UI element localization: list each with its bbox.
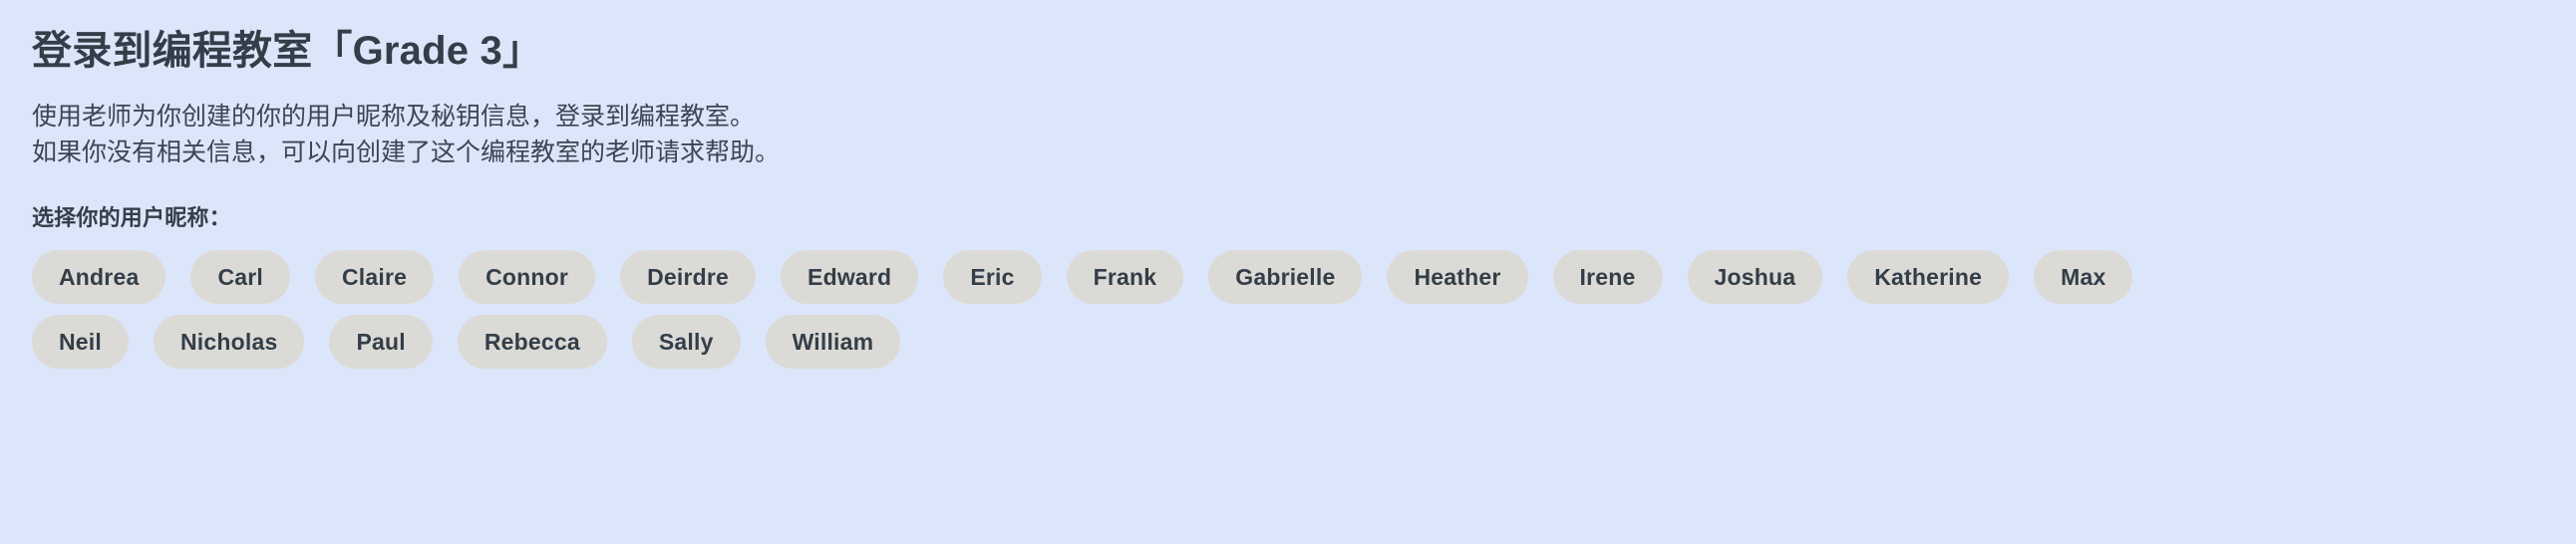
nickname-button-carl[interactable]: Carl: [190, 250, 290, 304]
intro-line-1: 使用老师为你创建的你的用户昵称及秘钥信息，登录到编程教室。: [32, 103, 756, 131]
nickname-button-irene[interactable]: Irene: [1552, 250, 1663, 304]
page-title: 登录到编程教室「Grade 3」: [32, 29, 543, 73]
nickname-row-2: Neil Nicholas Paul Rebecca Sally William: [32, 315, 2576, 369]
nickname-button-claire[interactable]: Claire: [315, 250, 435, 304]
nickname-button-heather[interactable]: Heather: [1387, 250, 1528, 304]
nickname-button-eric[interactable]: Eric: [943, 250, 1042, 304]
intro-paragraph: 使用老师为你创建的你的用户昵称及秘钥信息，登录到编程教室。 如果你没有相关信息，…: [32, 100, 2576, 170]
nickname-button-joshua[interactable]: Joshua: [1687, 250, 1823, 304]
nickname-button-frank[interactable]: Frank: [1066, 250, 1184, 304]
choose-nickname-label: 选择你的用户昵称：: [32, 205, 231, 230]
login-page: 登录到编程教室「Grade 3」 使用老师为你创建的你的用户昵称及秘钥信息，登录…: [0, 0, 2576, 544]
nickname-button-connor[interactable]: Connor: [459, 250, 596, 304]
nickname-button-gabrielle[interactable]: Gabrielle: [1208, 250, 1363, 304]
nickname-button-sally[interactable]: Sally: [631, 315, 741, 369]
nickname-button-andrea[interactable]: Andrea: [32, 250, 166, 304]
nickname-button-list: Andrea Carl Claire Connor Deirdre Edward Eric F…: [32, 250, 2576, 369]
nickname-button-nicholas[interactable]: Nicholas: [153, 315, 305, 369]
nickname-button-william[interactable]: William: [765, 315, 901, 369]
nickname-button-neil[interactable]: Neil: [32, 315, 129, 369]
nickname-button-rebecca[interactable]: Rebecca: [457, 315, 607, 369]
nickname-button-deirdre[interactable]: Deirdre: [620, 250, 757, 304]
nickname-button-edward[interactable]: Edward: [781, 250, 919, 304]
nickname-button-max[interactable]: Max: [2034, 250, 2133, 304]
nickname-row-1: Andrea Carl Claire Connor Deirdre Edward Eric F…: [32, 250, 2576, 304]
nickname-button-katherine[interactable]: Katherine: [1847, 250, 2010, 304]
intro-line-2: 如果你没有相关信息，可以向创建了这个编程教室的老师请求帮助。: [32, 137, 781, 166]
nickname-button-paul[interactable]: Paul: [329, 315, 433, 369]
